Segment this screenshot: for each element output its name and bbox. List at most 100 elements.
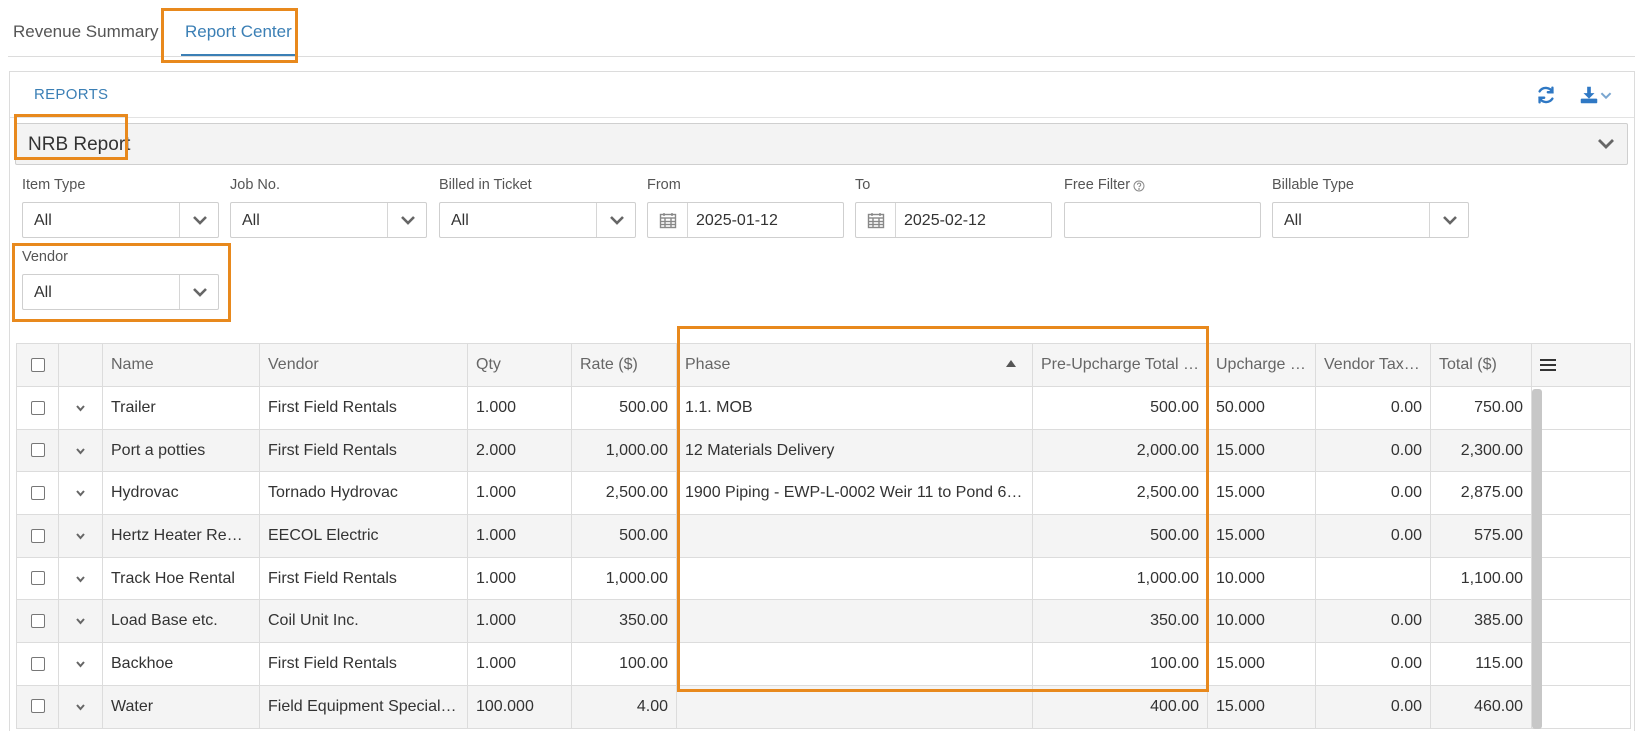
- chevron-down-icon: [76, 405, 85, 412]
- row-checkbox[interactable]: [30, 528, 45, 543]
- calendar-icon[interactable]: [867, 212, 885, 229]
- row-select-cell: [16, 556, 59, 601]
- download-icon[interactable]: [1578, 84, 1600, 106]
- billable-type-select[interactable]: All: [1272, 202, 1469, 238]
- panel-header: REPORTS: [10, 72, 1634, 118]
- cell-spacer: [1531, 642, 1631, 686]
- billable-type-value: All: [1284, 212, 1302, 229]
- row-checkbox[interactable]: [30, 400, 45, 415]
- chevron-down-icon: [76, 576, 85, 583]
- billed-in-ticket-select[interactable]: All: [439, 202, 636, 238]
- cell-upcharge: 10.000: [1207, 556, 1316, 601]
- cell-pre-total: 350.00: [1032, 599, 1208, 644]
- item-type-value: All: [34, 212, 52, 229]
- cell-pre-total: 2,500.00: [1032, 471, 1208, 516]
- cell-rate: 350.00: [571, 599, 677, 644]
- row-expand-button[interactable]: [60, 473, 102, 514]
- tab-revenue-summary[interactable]: Revenue Summary: [13, 22, 159, 42]
- row-expand-button[interactable]: [60, 686, 102, 727]
- job-no-select[interactable]: All: [230, 202, 427, 238]
- table-row[interactable]: Hydrovac Tornado Hydrovac 1.000 2,500.00 190…: [16, 471, 1631, 516]
- cell-total: 115.00: [1430, 642, 1532, 686]
- chevron-down-icon: [76, 490, 85, 497]
- row-checkbox[interactable]: [30, 571, 45, 586]
- row-select-cell: [16, 386, 59, 430]
- cell-upcharge: 10.000: [1207, 599, 1316, 644]
- item-type-label: Item Type: [22, 177, 86, 193]
- row-expand-button[interactable]: [60, 387, 102, 428]
- row-checkbox[interactable]: [30, 485, 45, 500]
- row-checkbox[interactable]: [30, 443, 45, 458]
- column-header-upcharge[interactable]: Upcharge (...: [1207, 343, 1316, 387]
- cell-qty: 1.000: [467, 556, 572, 601]
- vendor-filter-select[interactable]: All: [22, 274, 219, 310]
- column-header-phase-label: Phase: [685, 356, 731, 373]
- row-select-cell: [16, 599, 59, 644]
- table-row[interactable]: Track Hoe Rental First Field Rentals 1.000…: [16, 556, 1631, 601]
- row-expand-cell: [58, 556, 103, 601]
- grid-scrollbar[interactable]: [1532, 389, 1542, 729]
- report-select-value: NRB Report: [28, 134, 131, 155]
- refresh-icon[interactable]: [1535, 84, 1557, 106]
- table-row[interactable]: Backhoe First Field Rentals 1.000 100.00 100…: [16, 642, 1631, 686]
- row-select-cell: [16, 514, 59, 558]
- column-header-vendor-tax[interactable]: Vendor Tax (...: [1315, 343, 1431, 387]
- help-icon[interactable]: [1133, 180, 1145, 192]
- row-checkbox[interactable]: [30, 656, 45, 671]
- cell-qty: 100.000: [467, 684, 572, 729]
- calendar-icon[interactable]: [659, 212, 677, 229]
- to-date-input[interactable]: 2025-02-12: [855, 202, 1052, 238]
- to-date-value: 2025-02-12: [904, 212, 986, 229]
- cell-vendor: Field Equipment Specialis...: [259, 684, 468, 729]
- column-header-total[interactable]: Total ($): [1430, 343, 1532, 387]
- column-header-name[interactable]: Name: [102, 343, 260, 387]
- table-row[interactable]: Load Base etc. Coil Unit Inc. 1.000 350.00 3…: [16, 599, 1631, 644]
- column-header-vendor[interactable]: Vendor: [259, 343, 468, 387]
- table-row[interactable]: Trailer First Field Rentals 1.000 500.00 1.1…: [16, 386, 1631, 430]
- row-expand-button[interactable]: [60, 516, 102, 557]
- select-all-cell: [16, 343, 59, 387]
- cell-qty: 1.000: [467, 514, 572, 558]
- cell-name: Trailer: [102, 386, 260, 430]
- column-header-qty[interactable]: Qty: [467, 343, 572, 387]
- cell-qty: 2.000: [467, 428, 572, 473]
- cell-vendor-tax: 0.00: [1315, 386, 1431, 430]
- row-expand-button[interactable]: [60, 644, 102, 685]
- report-select[interactable]: NRB Report: [15, 123, 1628, 165]
- cell-spacer: [1531, 556, 1631, 601]
- from-date-input[interactable]: 2025-01-12: [647, 202, 844, 238]
- row-expand-button[interactable]: [60, 558, 102, 599]
- tab-report-center[interactable]: Report Center: [185, 22, 292, 42]
- free-filter-input[interactable]: [1064, 202, 1261, 238]
- billable-type-label: Billable Type: [1272, 177, 1354, 193]
- cell-rate: 4.00: [571, 684, 677, 729]
- cell-vendor-tax: 0.00: [1315, 599, 1431, 644]
- table-row[interactable]: Water Field Equipment Specialis... 100.000…: [16, 684, 1631, 729]
- column-header-rate[interactable]: Rate ($): [571, 343, 677, 387]
- row-expand-cell: [58, 428, 103, 473]
- item-type-select[interactable]: All: [22, 202, 219, 238]
- chevron-down-icon: [193, 216, 207, 225]
- column-header-pre-upcharge-total[interactable]: Pre-Upcharge Total ($): [1032, 343, 1208, 387]
- cell-spacer: [1531, 428, 1631, 473]
- column-header-phase[interactable]: Phase: [676, 343, 1033, 387]
- chevron-down-icon: [610, 216, 624, 225]
- chevron-down-icon: [76, 533, 85, 540]
- cell-total: 460.00: [1430, 684, 1532, 729]
- cell-rate: 500.00: [571, 386, 677, 430]
- row-checkbox[interactable]: [30, 699, 45, 714]
- row-select-cell: [16, 428, 59, 473]
- column-menu-icon[interactable]: [1540, 358, 1556, 372]
- download-menu-chevron-down-icon[interactable]: [1598, 84, 1614, 106]
- cell-phase: 1.1. MOB: [676, 386, 1033, 430]
- cell-total: 1,100.00: [1430, 556, 1532, 601]
- row-expand-button[interactable]: [60, 430, 102, 471]
- table-row[interactable]: Port a potties First Field Rentals 2.000 1,…: [16, 428, 1631, 473]
- cell-name: Water: [102, 684, 260, 729]
- from-date-label: From: [647, 177, 681, 193]
- row-expand-button[interactable]: [60, 601, 102, 642]
- select-all-checkbox[interactable]: [30, 357, 45, 372]
- row-checkbox[interactable]: [30, 614, 45, 629]
- cell-phase: [676, 514, 1033, 558]
- table-row[interactable]: Hertz Heater Rent... EECOL Electric 1.000 5…: [16, 514, 1631, 558]
